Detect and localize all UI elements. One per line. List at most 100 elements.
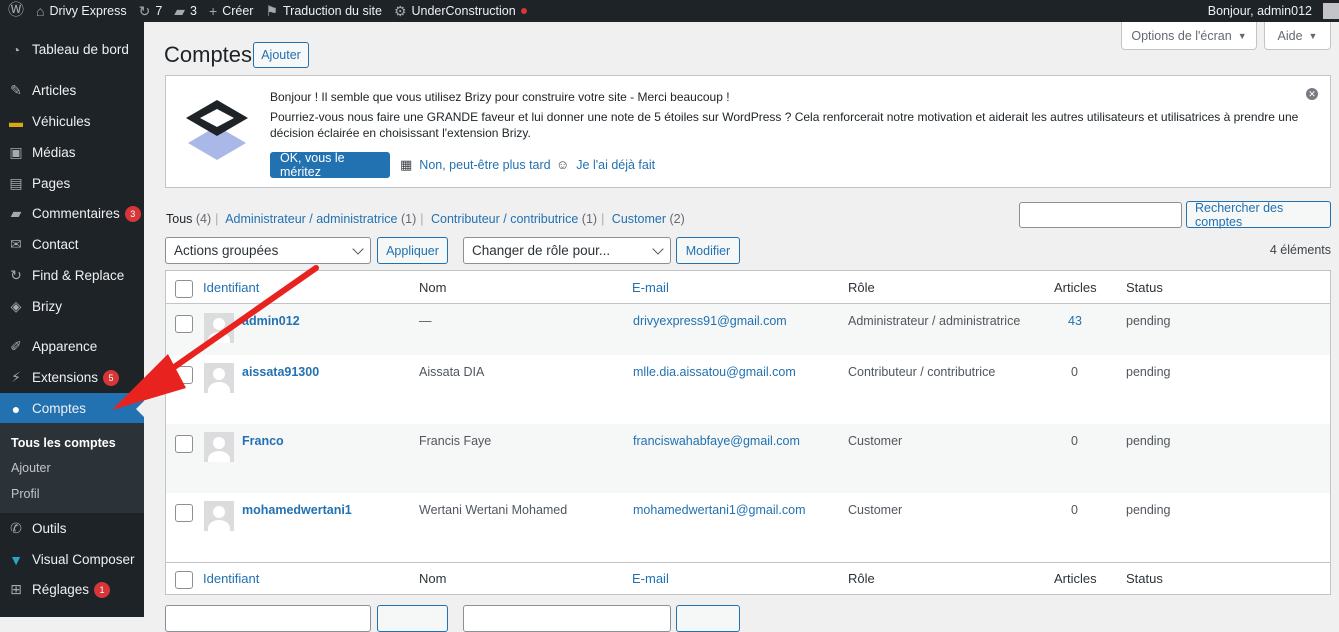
sidebar-item-label: Comptes [32, 401, 87, 416]
under-construction-menu[interactable]: ⚙ UnderConstruction [388, 0, 533, 22]
users-table: Identifiant Nom E-mail Rôle Articles Sta… [165, 270, 1331, 595]
wrench-icon: ✆ [10, 520, 22, 536]
caret-down-icon: ▼ [1237, 30, 1247, 41]
submenu-add-user[interactable]: Ajouter [11, 461, 51, 475]
modify-role-button-bottom[interactable] [676, 605, 740, 632]
user-search-input[interactable] [1019, 202, 1182, 228]
col-username[interactable]: Identifiant [203, 280, 259, 295]
row-role: Administrateur / administratrice [848, 314, 1021, 328]
chevron-down-icon [652, 243, 664, 255]
car-icon: ▬ [9, 113, 23, 130]
apply-button-bottom[interactable] [377, 605, 448, 632]
dismiss-notice-icon[interactable]: ✕ [1306, 88, 1318, 100]
sidebar-item-settings[interactable]: ⊞ Réglages 1 [0, 574, 144, 605]
row-posts[interactable]: 43 [1068, 314, 1082, 328]
row-email[interactable]: mohamedwertani1@gmail.com [633, 503, 805, 517]
sidebar-item-articles[interactable]: ✎ Articles [0, 75, 144, 106]
col-email[interactable]: E-mail [632, 571, 669, 586]
dashboard-icon: ◔ [11, 41, 21, 58]
pin-icon: ✎ [10, 82, 22, 98]
modify-role-button[interactable]: Modifier [676, 237, 740, 264]
row-checkbox[interactable] [175, 366, 193, 384]
filter-all[interactable]: Tous [166, 212, 192, 226]
sidebar-item-dashboard[interactable]: ◔ Tableau de bord [0, 34, 144, 65]
row-status: pending [1126, 365, 1171, 379]
user-icon: ● [11, 400, 21, 417]
gear-icon: ⚙ [393, 3, 407, 19]
sidebar-item-vehicules[interactable]: ▬ Véhicules [0, 106, 144, 137]
select-all-checkbox[interactable] [175, 571, 193, 589]
bulk-actions-select[interactable]: Actions groupées [165, 237, 371, 264]
col-status: Status [1126, 280, 1163, 295]
table-row: aissata91300 Aissata DIA mlle.dia.aissat… [166, 355, 1330, 424]
screen-options-label: Options de l'écran [1131, 28, 1232, 43]
role-filters: Tous (4) | Administrateur / administratri… [166, 212, 685, 226]
submenu-profile[interactable]: Profil [11, 487, 39, 501]
home-icon: ⌂ [36, 3, 45, 19]
add-user-button[interactable]: Ajouter [253, 42, 309, 68]
select-all-checkbox[interactable] [175, 280, 193, 298]
filter-customer[interactable]: Customer [612, 212, 666, 226]
apply-button[interactable]: Appliquer [377, 237, 448, 264]
greeting: Bonjour, admin012 [1207, 4, 1312, 18]
site-name-menu[interactable]: ⌂ Drivy Express [30, 0, 133, 22]
rate-ok-button[interactable]: OK, vous le méritez [270, 151, 390, 179]
settings-icon: ⊞ [10, 581, 22, 597]
sidebar-item-users[interactable]: ● Comptes [0, 393, 144, 424]
row-checkbox[interactable] [175, 435, 193, 453]
row-username[interactable]: admin012 [242, 314, 300, 328]
sidebar-item-plugins[interactable]: ⚡ Extensions 5 [0, 362, 144, 393]
row-name: Francis Faye [419, 434, 492, 448]
comments-menu[interactable]: ▰ 3 [168, 0, 203, 22]
sidebar-item-brizy[interactable]: ◈ Brizy [0, 291, 144, 322]
search-users-button[interactable]: Rechercher des comptes [1186, 201, 1331, 229]
help-button[interactable]: Aide ▼ [1264, 22, 1331, 50]
row-username[interactable]: aissata91300 [242, 365, 319, 379]
translate-menu[interactable]: ⚑ Traduction du site [259, 0, 387, 22]
filter-admin[interactable]: Administrateur / administratrice [225, 212, 397, 226]
bulk-actions-select-bottom[interactable] [165, 605, 371, 632]
updates-menu[interactable]: ↻ 7 [133, 0, 169, 22]
sidebar-item-comments[interactable]: ▰ Commentaires 3 [0, 198, 144, 229]
sidebar-item-medias[interactable]: ▣ Médias [0, 137, 144, 168]
row-posts: 0 [1071, 434, 1078, 448]
my-account-menu[interactable]: Bonjour, admin012 [1202, 0, 1339, 22]
row-checkbox[interactable] [175, 504, 193, 522]
row-email[interactable]: franciswahabfaye@gmail.com [633, 434, 800, 448]
already-done-link[interactable]: ☺ Je l'ai déjà fait [556, 157, 655, 172]
filter-contributor[interactable]: Contributeur / contributrice [431, 212, 578, 226]
col-name: Nom [419, 280, 447, 295]
row-role: Contributeur / contributrice [848, 365, 996, 379]
col-email[interactable]: E-mail [632, 280, 669, 295]
row-username[interactable]: Franco [242, 434, 284, 448]
row-username[interactable]: mohamedwertani1 [242, 503, 352, 517]
sidebar-item-label: Véhicules [32, 114, 91, 129]
sidebar-item-appearance[interactable]: ✐ Apparence [0, 331, 144, 362]
row-checkbox[interactable] [175, 315, 193, 333]
settings-badge: 1 [94, 581, 111, 598]
sidebar-item-label: Visual Composer [32, 552, 135, 567]
updates-count: 7 [155, 4, 163, 18]
submenu-all-users[interactable]: Tous les comptes [11, 436, 116, 450]
admin-sidebar: ◔ Tableau de bord ✎ Articles ▬ Véhicules… [0, 22, 144, 617]
sidebar-item-label: Contact [32, 237, 79, 252]
already-done-label: Je l'ai déjà fait [576, 157, 656, 172]
sidebar-item-label: Tableau de bord [32, 42, 129, 57]
sidebar-item-tools[interactable]: ✆ Outils [0, 513, 144, 544]
col-username[interactable]: Identifiant [203, 571, 259, 586]
wp-logo-menu[interactable]: Ⓦ [0, 0, 30, 22]
screen-options-button[interactable]: Options de l'écran ▼ [1121, 22, 1257, 50]
brizy-icon: ◈ [10, 298, 22, 314]
sidebar-item-visual-composer[interactable]: ▼ Visual Composer [0, 544, 144, 575]
row-email[interactable]: mlle.dia.aissatou@gmail.com [633, 365, 796, 379]
later-link[interactable]: ▦ Non, peut-être plus tard [400, 157, 551, 173]
new-content-menu[interactable]: + Créer [203, 0, 259, 22]
change-role-select[interactable]: Changer de rôle pour... [463, 237, 671, 264]
row-email[interactable]: drivyexpress91@gmail.com [633, 314, 787, 328]
sidebar-item-find-replace[interactable]: ↻ Find & Replace [0, 260, 144, 291]
sidebar-item-pages[interactable]: ▤ Pages [0, 168, 144, 199]
change-role-select-bottom[interactable] [463, 605, 671, 632]
page-title: Comptes [164, 42, 253, 67]
sidebar-item-contact[interactable]: ✉ Contact [0, 229, 144, 260]
caret-down-icon: ▼ [1308, 30, 1318, 41]
